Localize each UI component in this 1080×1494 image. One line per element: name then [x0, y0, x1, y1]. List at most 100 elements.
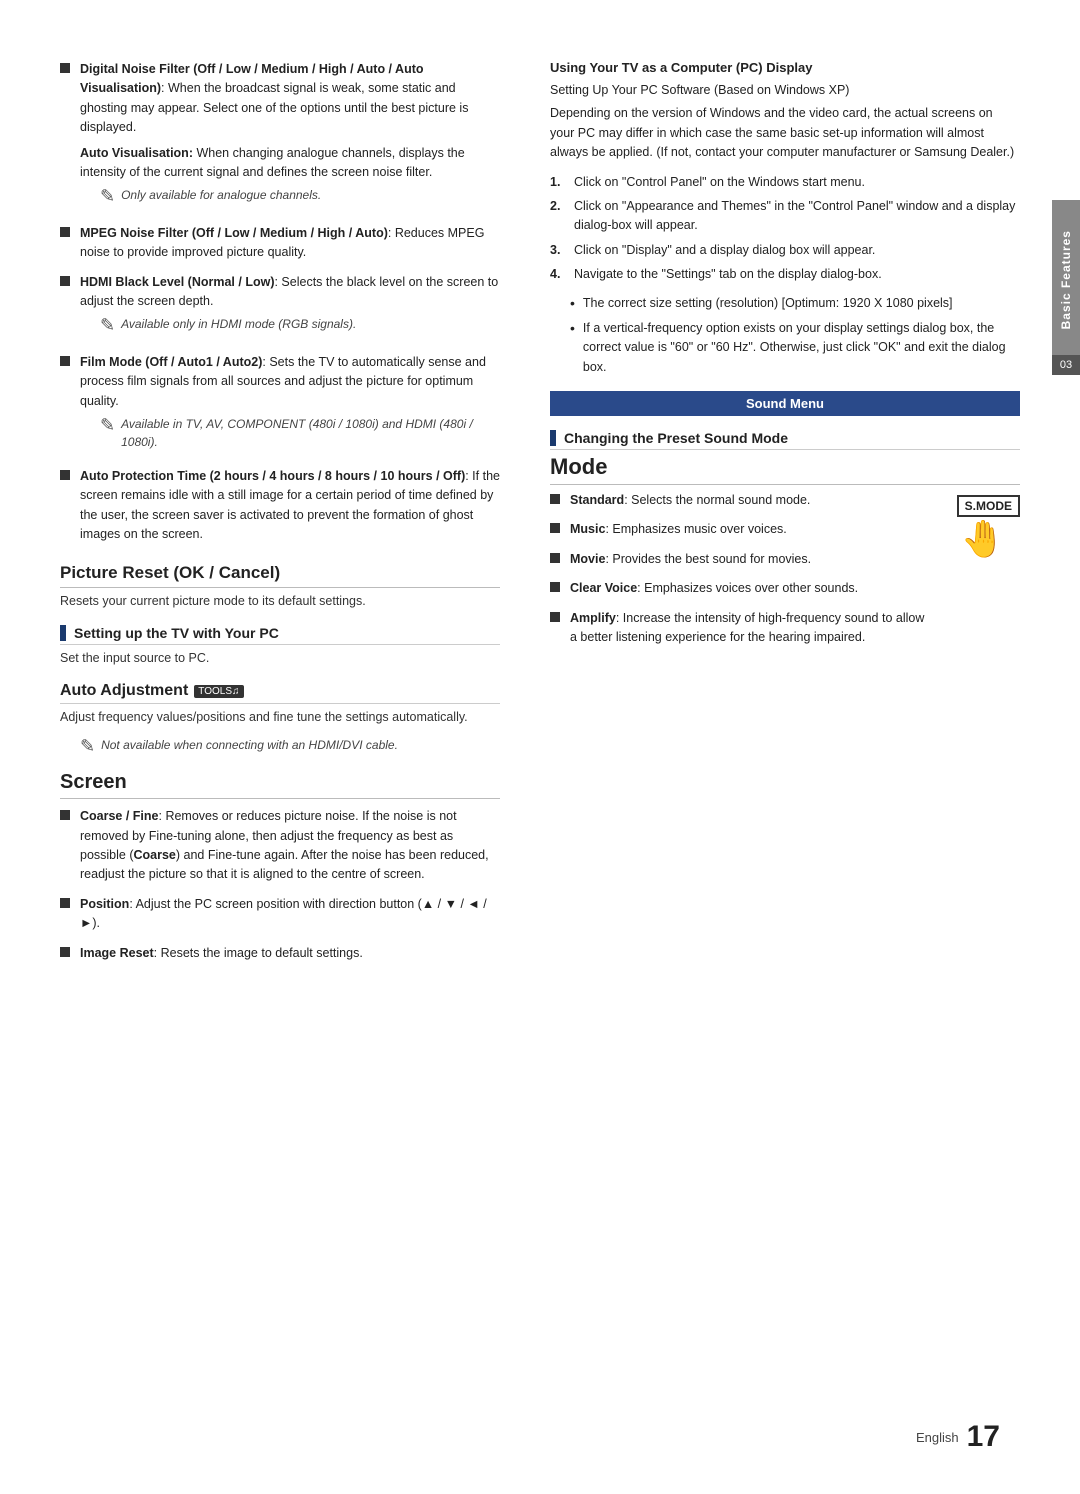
step-text: Navigate to the "Settings" tab on the di…: [574, 265, 1020, 284]
auto-adjustment-section: Auto Adjustment TOOLS♫ Adjust frequency …: [60, 682, 500, 757]
bullet-square-icon: [550, 523, 560, 533]
bullet-rest: : Emphasizes music over voices.: [605, 522, 786, 536]
screen-section: Screen Coarse / Fine: Removes or reduces…: [60, 771, 500, 963]
list-item: 1. Click on "Control Panel" on the Windo…: [550, 173, 1020, 192]
bullet-rest: : Adjust the PC screen position with dir…: [80, 897, 487, 930]
blue-bar-icon: [60, 625, 66, 641]
auto-adjustment-heading-row: Auto Adjustment TOOLS♫: [60, 682, 500, 704]
bullet-bold: Clear Voice: [570, 581, 637, 595]
step-number: 4.: [550, 265, 566, 284]
page: 03 Basic Features Digital Noise Filter (…: [0, 0, 1080, 1494]
list-item: Amplify: Increase the intensity of high-…: [550, 609, 931, 648]
note-text: Not available when connecting with an HD…: [101, 736, 398, 754]
changing-preset-heading: Changing the Preset Sound Mode: [550, 430, 1020, 450]
step-text: Click on "Display" and a display dialog …: [574, 241, 1020, 260]
bullet-square-icon: [60, 470, 70, 480]
list-item: Music: Emphasizes music over voices.: [550, 520, 931, 539]
bullet-bold: MPEG Noise Filter (Off / Low / Medium / …: [80, 226, 388, 240]
bullet-square-icon: [60, 947, 70, 957]
sub-note: Auto Visualisation: When changing analog…: [80, 144, 500, 183]
list-item: HDMI Black Level (Normal / Low): Selects…: [60, 273, 500, 343]
bullet-square-icon: [550, 582, 560, 592]
bullet-rest: : Resets the image to default settings.: [154, 946, 363, 960]
note-text: Available in TV, AV, COMPONENT (480i / 1…: [121, 415, 500, 451]
footer: English 17: [916, 1420, 1000, 1454]
left-column: Digital Noise Filter (Off / Low / Medium…: [60, 60, 540, 973]
bullet-rest: : Increase the intensity of high-frequen…: [570, 611, 924, 644]
bullet-square-icon: [60, 276, 70, 286]
note-icon: ✎: [80, 736, 95, 758]
sound-menu-box: Sound Menu: [550, 391, 1020, 416]
picture-reset-desc: Resets your current picture mode to its …: [60, 592, 500, 611]
bullet-rest: : Selects the normal sound mode.: [624, 493, 810, 507]
right-column: Using Your TV as a Computer (PC) Display…: [540, 60, 1020, 973]
using-tv-pc-heading: Using Your TV as a Computer (PC) Display: [550, 60, 1020, 75]
bullet-bold: Coarse / Fine: [80, 809, 159, 823]
intro-text: Setting Up Your PC Software (Based on Wi…: [550, 81, 1020, 100]
note-text: Only available for analogue channels.: [121, 186, 321, 204]
auto-adjustment-desc: Adjust frequency values/positions and fi…: [60, 708, 500, 727]
list-item: MPEG Noise Filter (Off / Low / Medium / …: [60, 224, 500, 263]
note-icon: ✎: [100, 315, 115, 337]
list-item: 2. Click on "Appearance and Themes" in t…: [550, 197, 1020, 236]
note-icon: ✎: [100, 186, 115, 208]
bullet-bold: Image Reset: [80, 946, 154, 960]
bullet-square-icon: [60, 810, 70, 820]
bullet-square-icon: [550, 494, 560, 504]
mode-bullet-list: Standard: Selects the normal sound mode.…: [550, 491, 931, 647]
bullet-bold: Music: [570, 522, 605, 536]
note-item: ✎ Not available when connecting with an …: [80, 736, 500, 758]
list-item: Standard: Selects the normal sound mode.: [550, 491, 931, 510]
smode-container: S.MODE 🤚: [947, 495, 1020, 557]
bullet-square-icon: [60, 227, 70, 237]
bullet-bold: Film Mode (Off / Auto1 / Auto2): [80, 355, 262, 369]
note-item: ✎ Available in TV, AV, COMPONENT (480i /…: [100, 415, 500, 451]
setting-up-tv-heading: Setting up the TV with Your PC: [60, 625, 500, 645]
chapter-number: 03: [1052, 355, 1080, 375]
dot-text: The correct size setting (resolution) [O…: [583, 294, 953, 313]
list-item: Movie: Provides the best sound for movie…: [550, 550, 931, 569]
screen-bullet-list: Coarse / Fine: Removes or reduces pictur…: [60, 807, 500, 963]
auto-adjustment-heading: Auto Adjustment: [60, 682, 188, 700]
changing-preset-label: Changing the Preset Sound Mode: [564, 430, 788, 446]
list-item: Coarse / Fine: Removes or reduces pictur…: [60, 807, 500, 885]
note-item: ✎ Available only in HDMI mode (RGB signa…: [100, 315, 500, 337]
footer-english-label: English: [916, 1430, 959, 1445]
bullet-square-icon: [550, 612, 560, 622]
list-item: Film Mode (Off / Auto1 / Auto2): Sets th…: [60, 353, 500, 457]
bullet-square-icon: [550, 553, 560, 563]
using-tv-pc-section: Using Your TV as a Computer (PC) Display…: [550, 60, 1020, 377]
bullet-rest: : Provides the best sound for movies.: [605, 552, 811, 566]
note-icon: ✎: [100, 415, 115, 437]
note-item: ✎ Only available for analogue channels.: [100, 186, 500, 208]
mode-content-row: Standard: Selects the normal sound mode.…: [550, 491, 1020, 657]
step-number: 3.: [550, 241, 566, 260]
setting-up-tv-section: Setting up the TV with Your PC Set the i…: [60, 625, 500, 668]
picture-reset-heading: Picture Reset (OK / Cancel): [60, 563, 500, 588]
mode-heading: Mode: [550, 454, 1020, 485]
list-item: Auto Protection Time (2 hours / 4 hours …: [60, 467, 500, 545]
step-text: Click on "Appearance and Themes" in the …: [574, 197, 1020, 236]
bullet-bold: Amplify: [570, 611, 616, 625]
dot-icon: •: [570, 319, 575, 339]
picture-reset-section: Picture Reset (OK / Cancel) Resets your …: [60, 563, 500, 611]
step-text: Click on "Control Panel" on the Windows …: [574, 173, 1020, 192]
dot-item: • The correct size setting (resolution) …: [570, 294, 1020, 314]
footer-page-number: 17: [967, 1420, 1000, 1454]
bullet-bold: Standard: [570, 493, 624, 507]
bullet-rest: : Emphasizes voices over other sounds.: [637, 581, 858, 595]
setting-up-tv-desc: Set the input source to PC.: [60, 649, 500, 668]
smode-badge: S.MODE: [957, 495, 1020, 517]
numbered-list: 1. Click on "Control Panel" on the Windo…: [550, 173, 1020, 285]
mode-bullets: Standard: Selects the normal sound mode.…: [550, 491, 931, 657]
list-item: 3. Click on "Display" and a display dial…: [550, 241, 1020, 260]
bullet-bold: Movie: [570, 552, 605, 566]
list-item: Clear Voice: Emphasizes voices over othe…: [550, 579, 931, 598]
screen-heading: Screen: [60, 771, 500, 799]
bullet-bold: HDMI Black Level (Normal / Low): [80, 275, 274, 289]
list-item: Position: Adjust the PC screen position …: [60, 895, 500, 934]
chapter-tab: 03 Basic Features: [1052, 200, 1080, 360]
bullet-square-icon: [60, 356, 70, 366]
bullet-square-icon: [60, 63, 70, 73]
note-text: Available only in HDMI mode (RGB signals…: [121, 315, 356, 333]
